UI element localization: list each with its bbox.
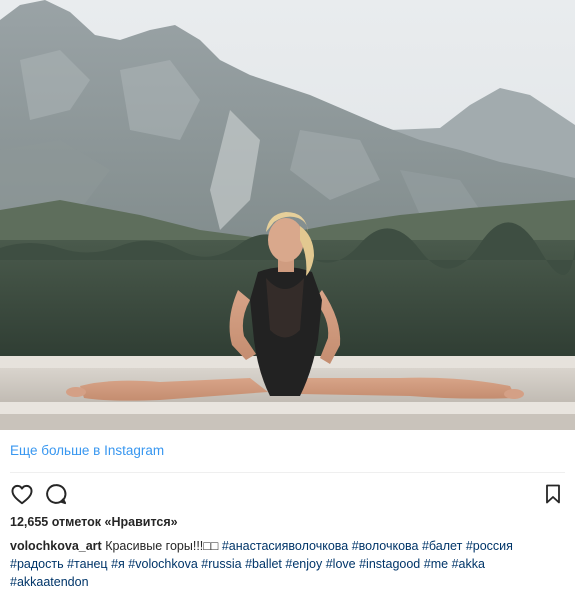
divider	[10, 472, 565, 473]
save-button[interactable]	[539, 480, 567, 508]
hashtag[interactable]: #балет	[422, 539, 462, 553]
hashtag[interactable]: #я	[111, 557, 125, 571]
post-photo[interactable]	[0, 0, 575, 430]
view-more-on-instagram-link[interactable]: Еще больше в Instagram	[10, 443, 164, 458]
comment-icon	[46, 484, 67, 505]
post-action-bar	[0, 478, 575, 510]
hashtag[interactable]: #love	[326, 557, 356, 571]
hashtag[interactable]: #russia	[201, 557, 241, 571]
hashtag[interactable]: #akkaatendon	[10, 575, 89, 589]
like-count[interactable]: 12,655 отметок «Нравится»	[10, 515, 178, 529]
like-button[interactable]	[8, 480, 36, 508]
hashtag[interactable]: #волочкова	[352, 539, 419, 553]
caption-text: Красивые горы!!!□□	[105, 539, 219, 553]
post-caption: volochkova_art Красивые горы!!!□□ #анаст…	[10, 537, 565, 591]
bookmark-icon	[546, 484, 560, 504]
caption-username[interactable]: volochkova_art	[10, 539, 102, 553]
hashtag[interactable]: #me	[424, 557, 448, 571]
hashtag[interactable]: #россия	[466, 539, 513, 553]
hashtag[interactable]: #радость	[10, 557, 64, 571]
hashtag[interactable]: #volochkova	[128, 557, 198, 571]
hashtag[interactable]: #ballet	[245, 557, 282, 571]
hashtag[interactable]: #instagood	[359, 557, 420, 571]
hashtag[interactable]: #танец	[67, 557, 108, 571]
comment-button[interactable]	[42, 480, 70, 508]
heart-icon	[11, 484, 33, 505]
hashtag[interactable]: #анастасияволочкова	[222, 539, 348, 553]
hashtag[interactable]: #akka	[452, 557, 485, 571]
post-photo-illustration	[0, 0, 575, 430]
hashtag[interactable]: #enjoy	[285, 557, 322, 571]
